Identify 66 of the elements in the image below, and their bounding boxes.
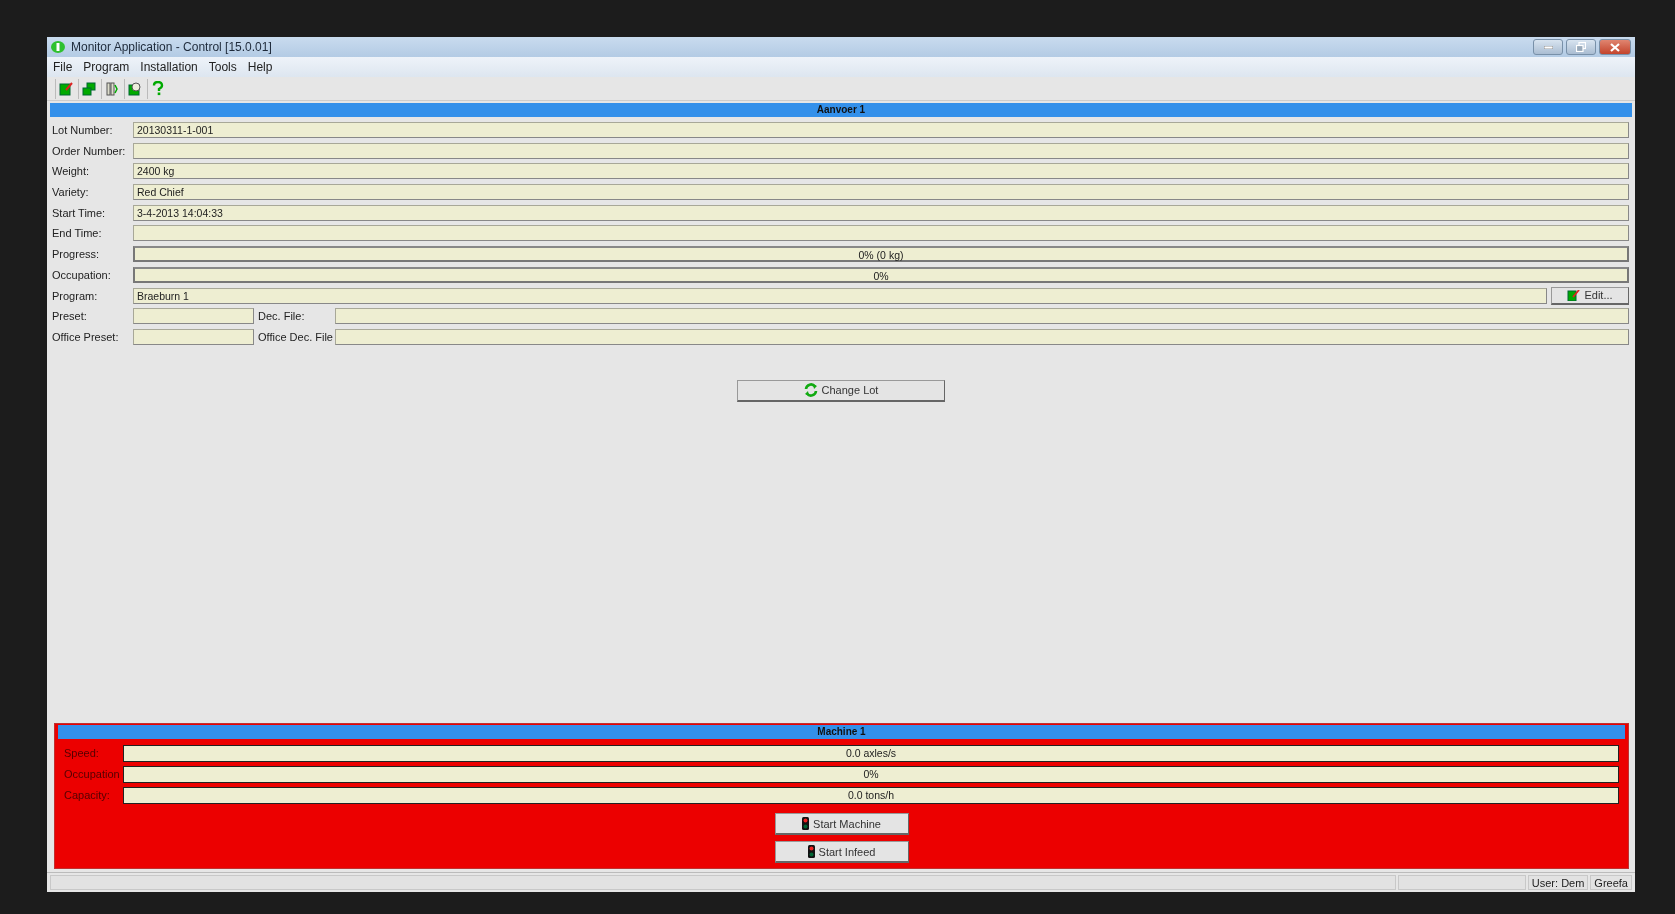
- field-label: Capacity:: [64, 789, 111, 801]
- field-label: Office Dec. File: [258, 330, 331, 343]
- toolbar-button[interactable]: [124, 78, 144, 99]
- field-label: Variety:: [52, 186, 90, 199]
- field-label: Office Preset:: [52, 330, 120, 343]
- stacked-pages-icon: [81, 81, 96, 96]
- minimize-icon: [1543, 45, 1553, 49]
- traffic-light-icon: [802, 817, 810, 830]
- field-label: Start Time:: [52, 206, 107, 219]
- close-icon: [1610, 42, 1620, 52]
- question-mark-icon: [151, 81, 164, 96]
- field-label: Preset:: [52, 310, 88, 323]
- close-button[interactable]: [1599, 39, 1631, 55]
- toolbar-button[interactable]: [78, 78, 98, 99]
- columns-icon: [105, 81, 118, 96]
- progress-bar: 0% (0 kg): [133, 246, 1629, 263]
- edit-document-icon: [1567, 289, 1581, 301]
- text-field[interactable]: Red Chief: [133, 184, 1629, 201]
- section-header: Aanvoer 1: [50, 103, 1632, 117]
- text-field[interactable]: [133, 308, 254, 325]
- field-label: Program:: [52, 289, 99, 302]
- readout-field: 0%: [123, 765, 1619, 783]
- edit-button[interactable]: Edit...: [1551, 286, 1629, 305]
- restore-icon: [1576, 42, 1586, 52]
- minimize-button[interactable]: [1533, 39, 1563, 55]
- field-label: Speed:: [64, 747, 100, 759]
- section-header: Machine 1: [58, 725, 1625, 739]
- status-text: User: Dem: [1527, 875, 1589, 890]
- text-field[interactable]: [133, 225, 1629, 242]
- text-field[interactable]: [133, 142, 1629, 159]
- readout-field: 0.0 tons/h: [123, 786, 1619, 804]
- text-field[interactable]: Braeburn 1: [133, 287, 1547, 304]
- restore-button[interactable]: [1566, 39, 1596, 55]
- text-field[interactable]: [133, 328, 254, 345]
- text-field[interactable]: 2400 kg: [133, 163, 1629, 180]
- text-field[interactable]: [335, 308, 1629, 325]
- text-field[interactable]: 3-4-2013 14:04:33: [133, 204, 1629, 221]
- status-text: Greefa: [1590, 875, 1632, 890]
- text-field[interactable]: [335, 328, 1629, 345]
- field-label: Lot Number:: [52, 124, 114, 136]
- refresh-icon: [803, 383, 818, 398]
- traffic-light-icon: [807, 845, 815, 858]
- text-field[interactable]: 20130311-1-001: [133, 122, 1629, 138]
- menu-item[interactable]: Installation: [140, 60, 198, 74]
- toolbar-button[interactable]: [101, 78, 121, 99]
- field-label: Occupation:: [52, 268, 112, 281]
- edit-document-icon: [58, 81, 73, 96]
- window-title: Monitor Application - Control [15.0.01]: [71, 40, 272, 54]
- field-label: Weight:: [52, 165, 91, 178]
- menu-item[interactable]: Program: [83, 60, 130, 74]
- field-label: Occupation: [64, 768, 121, 780]
- start-button[interactable]: Start Infeed: [774, 841, 909, 863]
- toolbar-button[interactable]: [55, 78, 75, 99]
- menu-item[interactable]: Help: [247, 60, 273, 74]
- progress-bar: 0%: [133, 266, 1629, 283]
- clock-page-icon: [127, 81, 142, 96]
- change-lot-button[interactable]: Change Lot: [737, 379, 945, 402]
- start-button[interactable]: Start Machine: [774, 813, 909, 835]
- field-label: Dec. File:: [258, 310, 306, 323]
- menu-item[interactable]: Tools: [208, 60, 237, 74]
- readout-field: 0.0 axles/s: [123, 744, 1619, 762]
- field-label: Progress:: [52, 248, 101, 261]
- menu-item[interactable]: File: [53, 60, 73, 74]
- field-label: End Time:: [52, 227, 103, 240]
- field-label: Order Number:: [52, 144, 127, 157]
- app-icon: [51, 41, 65, 53]
